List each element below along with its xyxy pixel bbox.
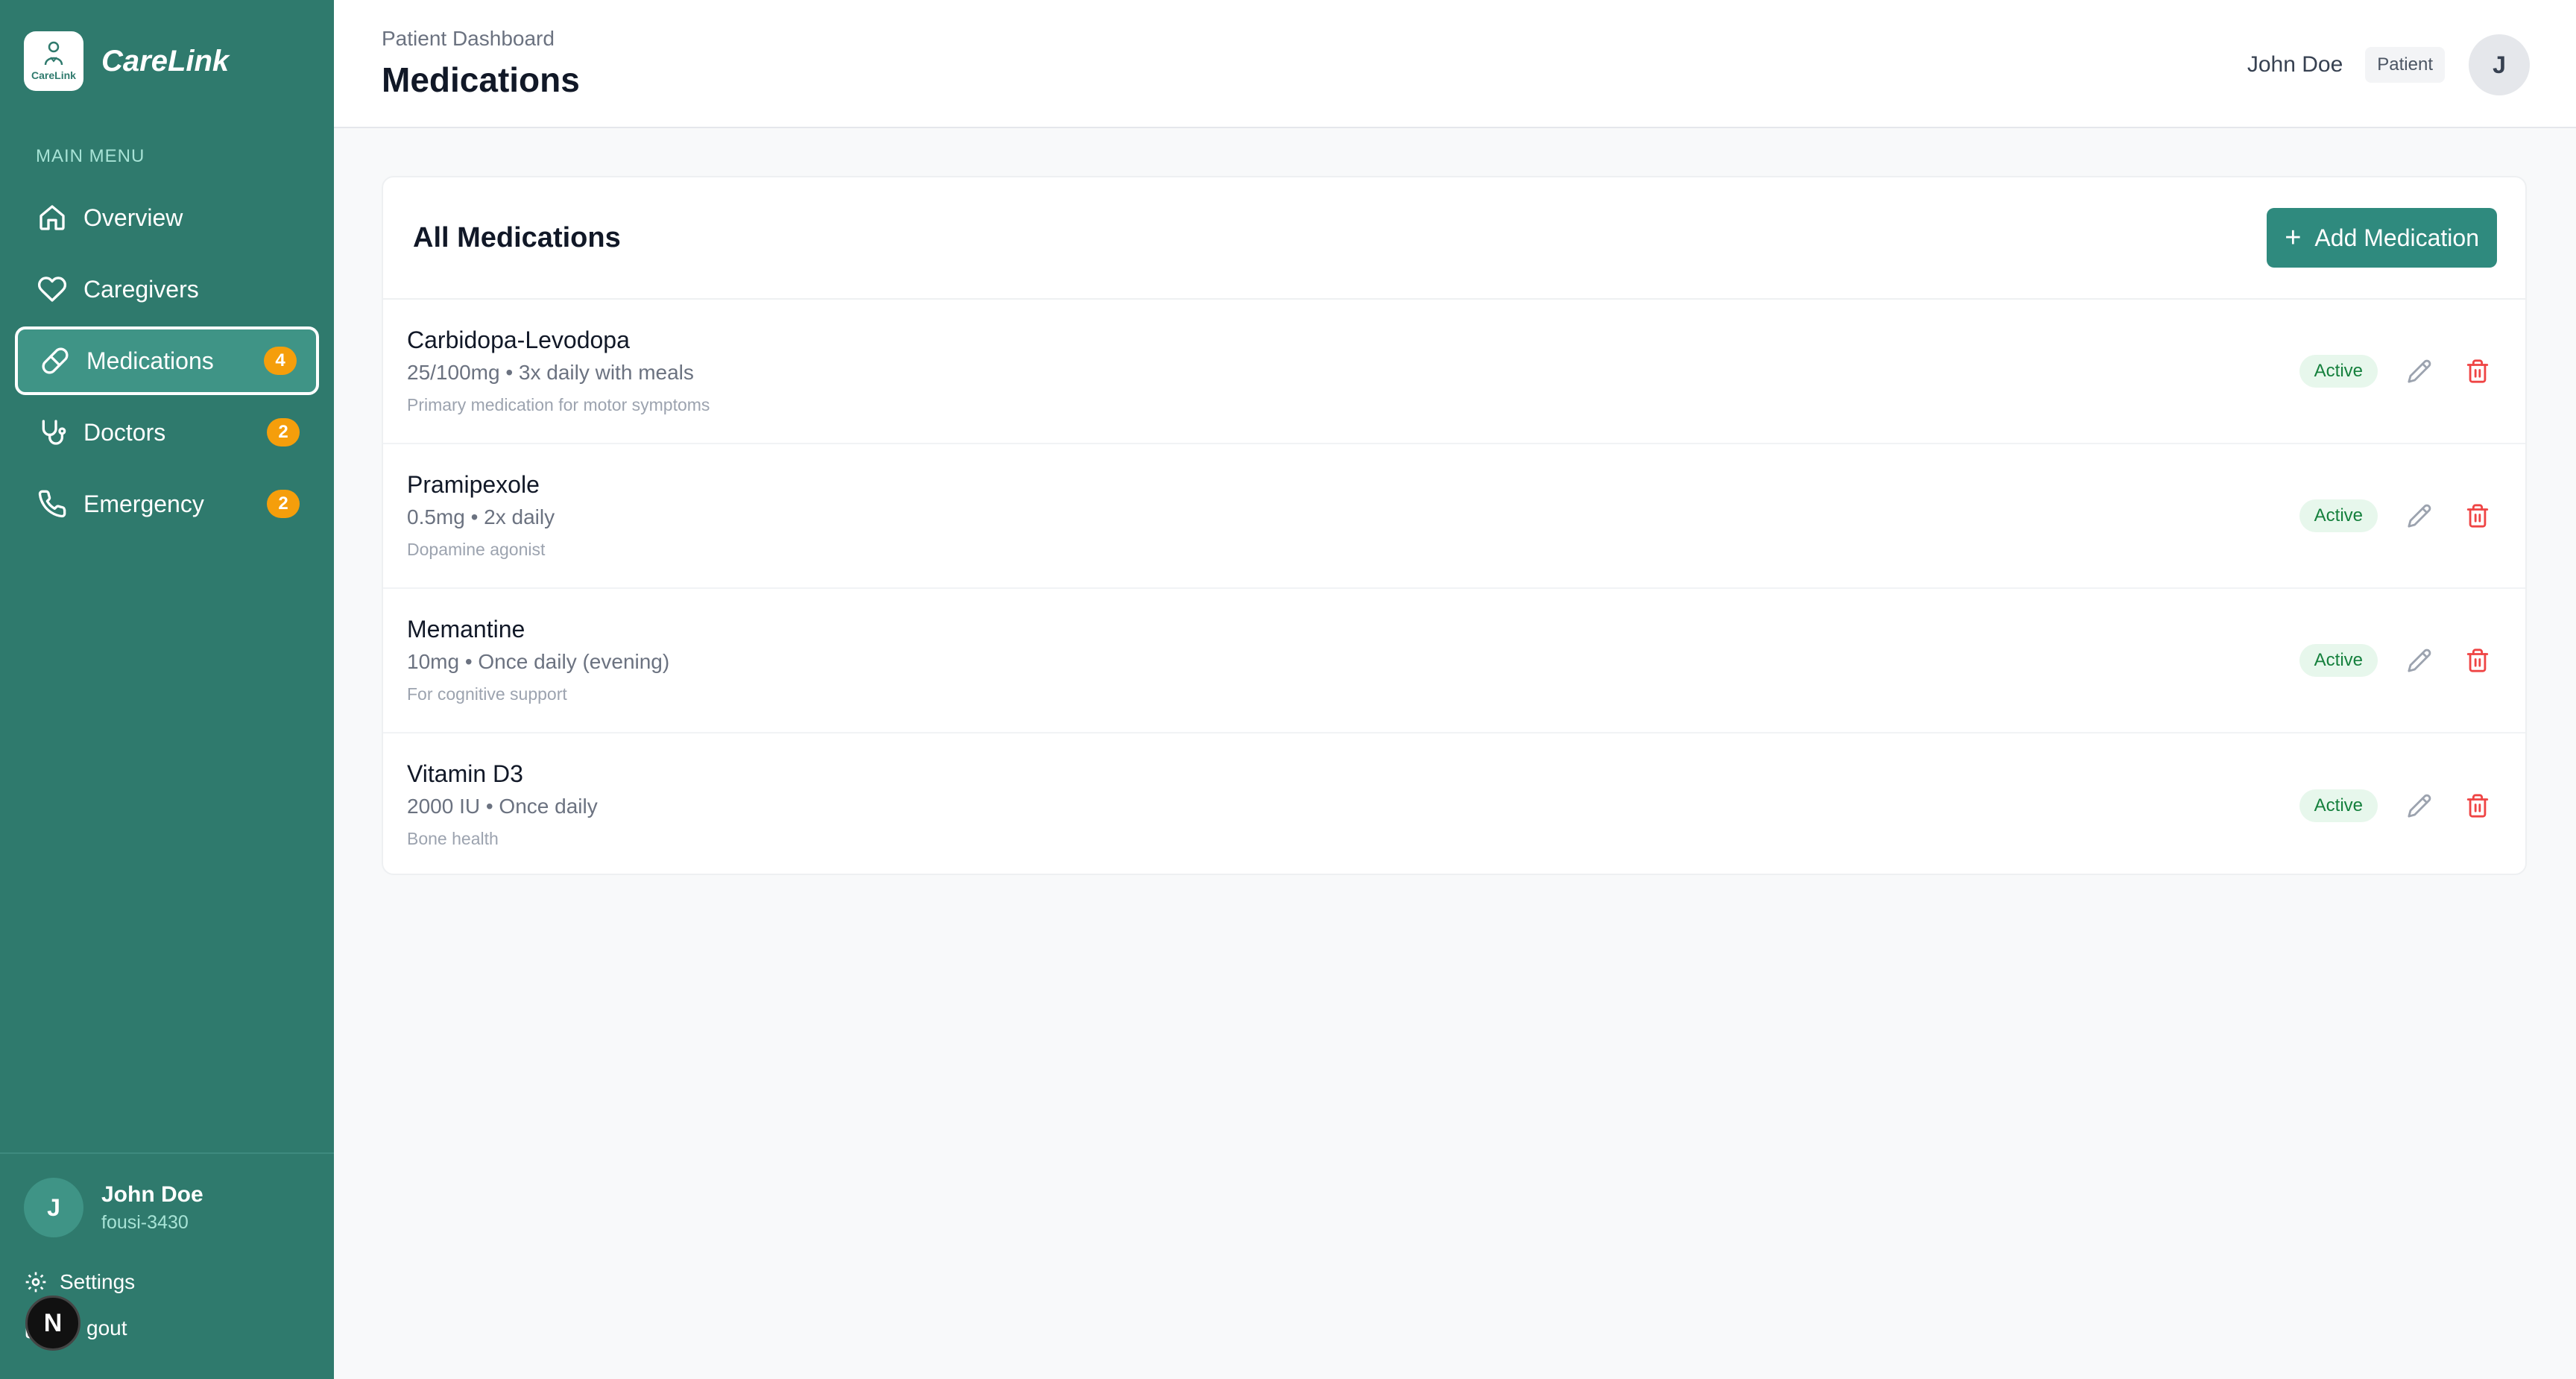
avatar: J — [24, 1178, 83, 1237]
edit-icon[interactable] — [2403, 644, 2436, 677]
row-actions: Active — [2299, 789, 2494, 822]
heart-icon — [36, 273, 69, 306]
sidebar-item-label: Emergency — [83, 490, 204, 517]
status-badge: Active — [2299, 355, 2378, 388]
list-item[interactable]: Memantine 10mg • Once daily (evening) Fo… — [383, 589, 2525, 733]
add-medication-button[interactable]: + Add Medication — [2267, 208, 2497, 268]
sidebar-item-emergency[interactable]: Emergency 2 — [15, 470, 319, 538]
card-title: All Medications — [413, 221, 621, 253]
top-header: Patient Dashboard Medications John Doe P… — [334, 0, 2576, 128]
logout-label: gout — [86, 1316, 127, 1339]
gear-icon — [25, 1272, 46, 1293]
row-actions: Active — [2299, 644, 2494, 677]
status-badge: Active — [2299, 789, 2378, 822]
medication-note: Dopamine agonist — [407, 540, 546, 559]
list-item[interactable]: Pramipexole 0.5mg • 2x daily Dopamine ag… — [383, 444, 2525, 589]
edit-icon[interactable] — [2403, 355, 2436, 388]
medication-name: Carbidopa-Levodopa — [407, 326, 630, 353]
phone-icon — [36, 487, 69, 520]
medication-name: Vitamin D3 — [407, 760, 523, 787]
brand-name: CareLink — [101, 44, 230, 78]
breadcrumb: Patient Dashboard — [382, 27, 555, 50]
pill-icon — [39, 344, 72, 377]
user-id: fousi-3430 — [101, 1211, 189, 1233]
header-user[interactable]: John Doe Patient J — [2247, 34, 2530, 95]
status-badge: Active — [2299, 644, 2378, 677]
list-item[interactable]: Carbidopa-Levodopa 25/100mg • 3x daily w… — [383, 300, 2525, 444]
trash-icon[interactable] — [2461, 499, 2494, 532]
sidebar: CareLink CareLink MAIN MENU Overview Car… — [0, 0, 334, 1379]
count-badge: 4 — [264, 347, 297, 375]
sidebar-item-overview[interactable]: Overview — [15, 183, 319, 252]
avatar[interactable]: J — [2469, 34, 2530, 95]
main-menu-label: MAIN MENU — [36, 146, 145, 166]
medication-name: Memantine — [407, 616, 525, 643]
medications-card: All Medications + Add Medication Carbido… — [382, 176, 2527, 875]
page-title: Medications — [382, 60, 580, 99]
list-item[interactable]: Vitamin D3 2000 IU • Once daily Bone hea… — [383, 733, 2525, 878]
settings-link[interactable]: Settings — [24, 1270, 135, 1294]
user-name: John Doe — [101, 1181, 203, 1207]
header-user-name: John Doe — [2247, 52, 2343, 77]
sidebar-item-caregivers[interactable]: Caregivers — [15, 255, 319, 324]
card-header: All Medications + Add Medication — [383, 177, 2525, 300]
trash-icon[interactable] — [2461, 644, 2494, 677]
role-badge: Patient — [2365, 47, 2445, 83]
settings-label: Settings — [60, 1270, 136, 1293]
carelink-logo: CareLink — [24, 31, 83, 91]
medication-note: For cognitive support — [407, 684, 567, 704]
count-badge: 2 — [267, 490, 300, 518]
sidebar-item-label: Overview — [83, 203, 183, 231]
medication-dose: 0.5mg • 2x daily — [407, 505, 555, 528]
medication-dose: 10mg • Once daily (evening) — [407, 650, 670, 673]
trash-icon[interactable] — [2461, 789, 2494, 822]
stethoscope-icon — [36, 416, 69, 449]
medication-note: Bone health — [407, 829, 499, 848]
add-medication-label: Add Medication — [2314, 224, 2479, 251]
home-icon — [36, 201, 69, 234]
dev-tools-badge[interactable]: N — [25, 1296, 80, 1351]
row-actions: Active — [2299, 499, 2494, 532]
sidebar-item-doctors[interactable]: Doctors 2 — [15, 398, 319, 467]
sidebar-item-label: Doctors — [83, 418, 166, 446]
sidebar-item-label: Caregivers — [83, 275, 199, 303]
medication-dose: 2000 IU • Once daily — [407, 795, 598, 818]
plus-icon: + — [2285, 222, 2302, 253]
row-actions: Active — [2299, 355, 2494, 388]
medication-dose: 25/100mg • 3x daily with meals — [407, 361, 694, 384]
medication-note: Primary medication for motor symptoms — [407, 395, 710, 414]
count-badge: 2 — [267, 418, 300, 446]
edit-icon[interactable] — [2403, 499, 2436, 532]
trash-icon[interactable] — [2461, 355, 2494, 388]
status-badge: Active — [2299, 499, 2378, 532]
edit-icon[interactable] — [2403, 789, 2436, 822]
sidebar-divider — [0, 1152, 334, 1154]
brand[interactable]: CareLink CareLink — [24, 31, 229, 91]
person-icon — [44, 41, 63, 66]
logo-text: CareLink — [31, 69, 76, 81]
sidebar-user[interactable]: J John Doe fousi-3430 — [24, 1178, 203, 1237]
user-meta: John Doe fousi-3430 — [101, 1182, 203, 1234]
main-nav: Overview Caregivers Medications 4 Doctor… — [15, 183, 319, 541]
sidebar-item-label: Medications — [86, 347, 214, 374]
sidebar-item-medications[interactable]: Medications 4 — [15, 326, 319, 395]
medication-name: Pramipexole — [407, 471, 540, 498]
